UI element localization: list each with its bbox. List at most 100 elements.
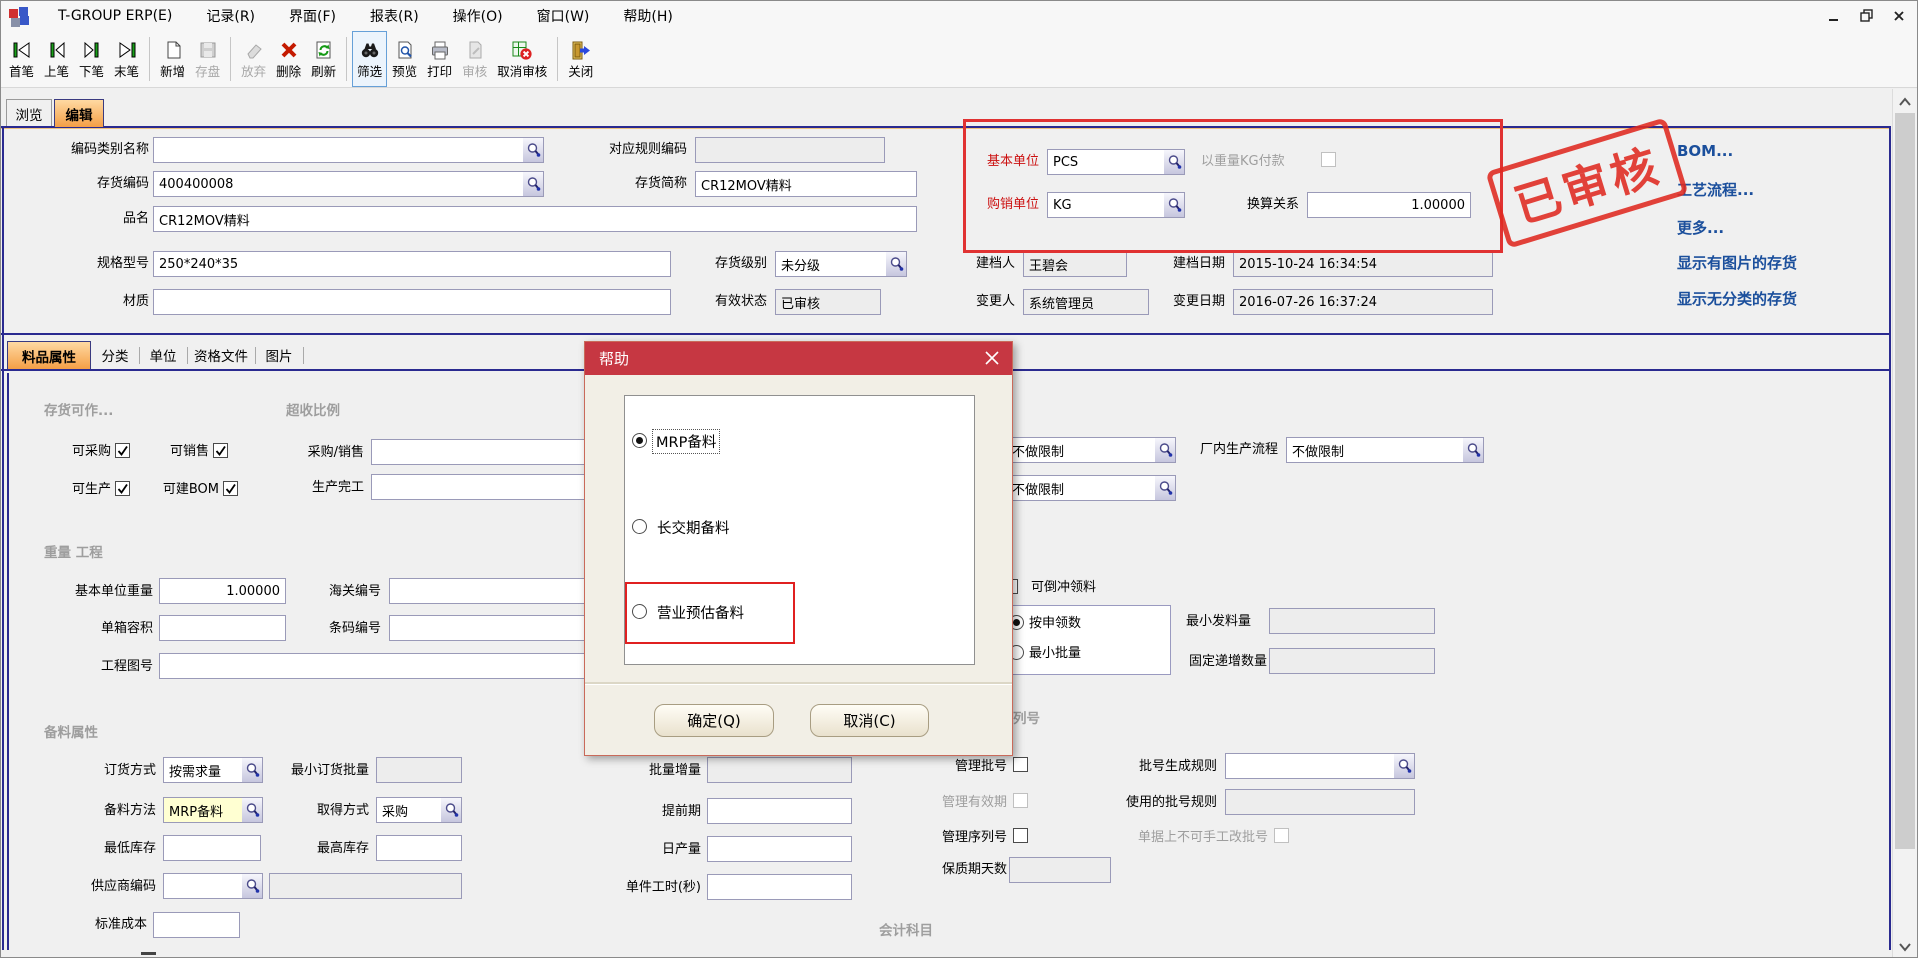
sellable-label: 可销售	[141, 444, 209, 460]
no-manual-batch-checkbox[interactable]	[1274, 828, 1289, 843]
ok-button[interactable]: 确定(Q)	[654, 704, 774, 737]
process-flow-link[interactable]: 工艺流程...	[1677, 179, 1754, 200]
supplier-code-lookup-button[interactable]	[242, 873, 263, 899]
menu-report[interactable]: 报表(R)	[353, 2, 436, 30]
subtab-qualification[interactable]: 资格文件	[189, 341, 253, 369]
tab-browse[interactable]: 浏览	[6, 99, 52, 127]
lead-time-input[interactable]	[707, 798, 852, 824]
customs-code-input[interactable]	[389, 578, 585, 604]
manage-serial-checkbox[interactable]	[1013, 828, 1028, 843]
limit1-lookup-button[interactable]	[1155, 437, 1176, 463]
save-button[interactable]: 存盘	[190, 31, 225, 87]
batch-rule-lookup-button[interactable]	[1394, 753, 1415, 779]
scrollbar-thumb[interactable]	[1895, 113, 1915, 849]
over-production-input[interactable]	[371, 474, 585, 500]
cancel-audit-button[interactable]: 取消审核	[492, 31, 552, 87]
factory-flow-lookup-button[interactable]	[1463, 437, 1484, 463]
order-mode-lookup-button[interactable]	[242, 757, 263, 783]
daily-output-input[interactable]	[707, 836, 852, 862]
drawing-no-input[interactable]	[159, 653, 585, 679]
item-alias-input[interactable]	[695, 171, 917, 197]
filter-button[interactable]: 筛选	[352, 31, 387, 87]
scroll-up-icon[interactable]	[1893, 89, 1917, 113]
sellable-checkbox[interactable]	[213, 443, 228, 458]
mrp-spare-label[interactable]: MRP备料	[653, 430, 719, 453]
item-code-input[interactable]	[153, 171, 524, 197]
supplier-code-input[interactable]	[163, 873, 243, 899]
menu-window[interactable]: 窗口(W)	[520, 2, 607, 30]
max-stock-input[interactable]	[376, 835, 462, 861]
min-stock-input[interactable]	[163, 835, 261, 861]
restore-icon[interactable]	[1860, 9, 1873, 22]
menu-help[interactable]: 帮助(H)	[606, 2, 689, 30]
minimize-icon[interactable]	[1828, 10, 1840, 22]
producible-checkbox[interactable]	[115, 481, 130, 496]
refresh-button[interactable]: 刷新	[306, 31, 341, 87]
menu-operation[interactable]: 操作(O)	[436, 2, 520, 30]
creator-input	[1023, 251, 1127, 277]
spare-method-lookup-button[interactable]	[242, 797, 263, 823]
spec-input[interactable]	[153, 251, 671, 277]
print-button[interactable]: 打印	[422, 31, 457, 87]
help-dialog-titlebar[interactable]: 帮助	[585, 342, 1012, 375]
first-record-button[interactable]: 首笔	[4, 31, 39, 87]
preview-button[interactable]: 预览	[387, 31, 422, 87]
discard-button[interactable]: 放弃	[236, 31, 271, 87]
more-link[interactable]: 更多...	[1677, 217, 1724, 238]
long-leadtime-spare-radio[interactable]	[632, 519, 647, 534]
limit2-input[interactable]	[1006, 475, 1156, 501]
cancel-button[interactable]: 取消(C)	[810, 704, 929, 737]
subtab-unit[interactable]: 单位	[141, 341, 185, 369]
base-weight-input[interactable]	[159, 578, 286, 604]
vertical-scrollbar[interactable]	[1892, 89, 1917, 958]
spare-section-title: 备料属性	[44, 721, 98, 741]
bom-allowed-checkbox[interactable]	[223, 481, 238, 496]
batch-increment-input	[707, 757, 852, 783]
manage-expiry-checkbox[interactable]	[1013, 793, 1028, 808]
mrp-spare-radio[interactable]	[632, 433, 647, 448]
delete-button[interactable]: 删除	[271, 31, 306, 87]
code-category-lookup-button[interactable]	[523, 137, 544, 163]
next-record-button[interactable]: 下笔	[74, 31, 109, 87]
std-cost-input[interactable]	[153, 912, 240, 938]
over-purchase-input[interactable]	[371, 439, 585, 465]
subtab-image[interactable]: 图片	[257, 341, 301, 369]
limit1-input[interactable]	[1006, 437, 1156, 463]
unit-hours-input[interactable]	[707, 874, 852, 900]
item-code-lookup-button[interactable]	[523, 171, 544, 197]
box-volume-input[interactable]	[159, 615, 286, 641]
show-unclassified-items-link[interactable]: 显示无分类的存货	[1677, 288, 1797, 309]
menu-interface[interactable]: 界面(F)	[272, 2, 353, 30]
menu-record[interactable]: 记录(R)	[189, 2, 272, 30]
spare-method-input[interactable]	[163, 797, 243, 823]
acquire-mode-input[interactable]	[376, 797, 442, 823]
close-window-button[interactable]: 关闭	[563, 31, 598, 87]
subtab-item-attributes[interactable]: 料品属性	[7, 341, 91, 369]
bom-link[interactable]: BOM...	[1677, 142, 1733, 160]
material-input[interactable]	[153, 289, 671, 315]
code-category-input[interactable]	[153, 137, 524, 163]
menu-app[interactable]: T-GROUP ERP(E)	[41, 4, 189, 28]
audit-button[interactable]: 审核	[457, 31, 492, 87]
subtab-category[interactable]: 分类	[93, 341, 137, 369]
factory-flow-input[interactable]	[1286, 437, 1464, 463]
prev-record-button[interactable]: 上笔	[39, 31, 74, 87]
show-items-with-image-link[interactable]: 显示有图片的存货	[1677, 252, 1797, 273]
long-leadtime-spare-label[interactable]: 长交期备料	[657, 517, 730, 538]
order-mode-input[interactable]	[163, 757, 243, 783]
dialog-close-icon[interactable]	[984, 350, 1000, 366]
acquire-mode-lookup-button[interactable]	[441, 797, 462, 823]
purchasable-checkbox[interactable]	[115, 443, 130, 458]
barcode-input[interactable]	[389, 615, 585, 641]
batch-rule-input[interactable]	[1225, 753, 1395, 779]
level-lookup-button[interactable]	[886, 251, 907, 277]
tab-edit[interactable]: 编辑	[54, 99, 104, 127]
manage-batch-checkbox[interactable]	[1013, 757, 1028, 772]
limit2-lookup-button[interactable]	[1155, 475, 1176, 501]
add-button[interactable]: 新增	[155, 31, 190, 87]
last-record-button[interactable]: 末笔	[109, 31, 144, 87]
close-icon[interactable]	[1893, 10, 1905, 22]
level-input[interactable]	[775, 251, 887, 277]
product-name-input[interactable]	[153, 206, 917, 232]
scroll-down-icon[interactable]	[1893, 935, 1917, 958]
